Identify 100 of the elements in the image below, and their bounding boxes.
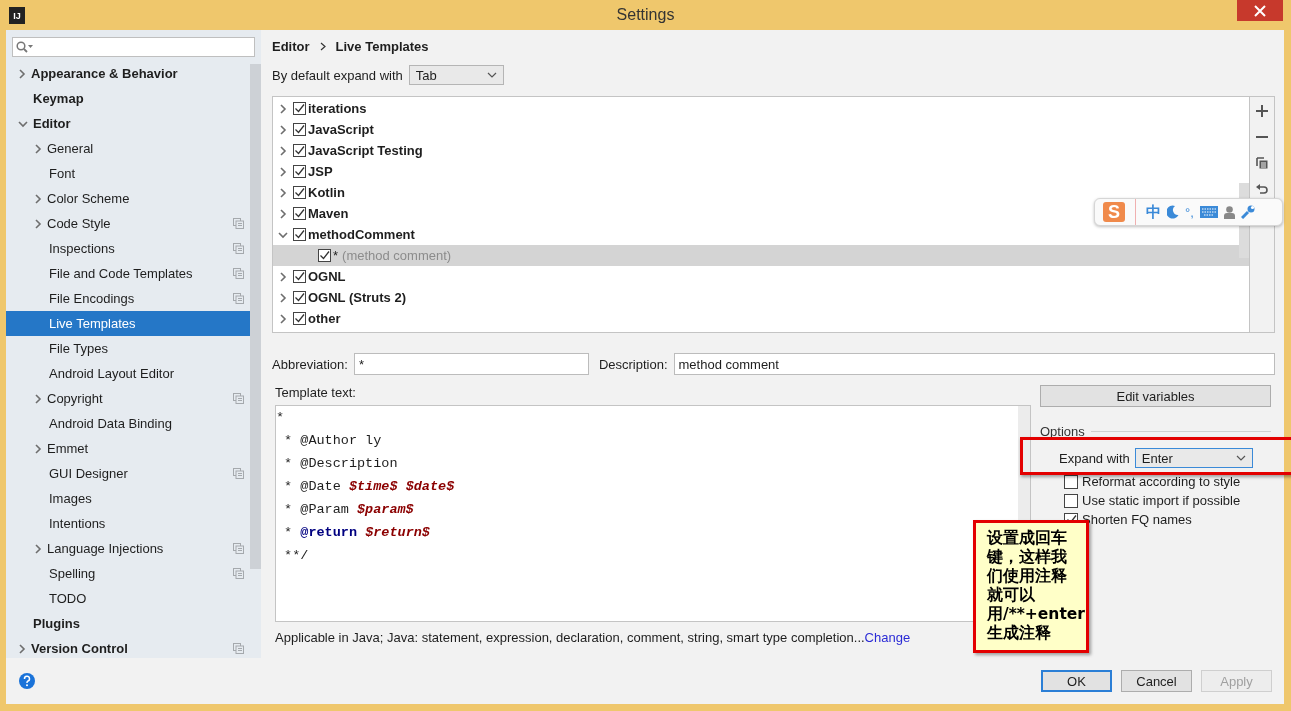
- checkbox[interactable]: [293, 312, 306, 325]
- sidebar-item[interactable]: Version Control: [6, 636, 250, 661]
- abbreviation-label: Abbreviation:: [272, 356, 348, 372]
- sidebar-item[interactable]: Keymap: [6, 86, 250, 111]
- template-row[interactable]: * (method comment): [273, 245, 1249, 266]
- checkbox[interactable]: [293, 165, 306, 178]
- sidebar-item[interactable]: Editor: [6, 111, 250, 136]
- group-name: JavaScript: [308, 122, 374, 137]
- code-line: *: [276, 409, 285, 427]
- template-description: (method comment): [342, 248, 452, 263]
- breadcrumb-item[interactable]: Editor: [272, 38, 310, 54]
- checkbox[interactable]: [293, 123, 306, 136]
- wrench-icon[interactable]: [1240, 205, 1255, 219]
- template-group-row[interactable]: Kotlin: [273, 182, 1249, 203]
- breadcrumb-item[interactable]: Live Templates: [335, 38, 429, 54]
- sidebar-item[interactable]: Language Injections: [6, 536, 250, 561]
- moon-icon[interactable]: [1167, 205, 1179, 219]
- checkbox[interactable]: [318, 249, 331, 262]
- dialog-button[interactable]: Cancel: [1121, 670, 1192, 692]
- code-line: **/: [283, 547, 309, 565]
- description-field[interactable]: method comment: [673, 353, 1275, 375]
- chevron-right-icon[interactable]: [34, 218, 42, 229]
- search-icon: [16, 41, 34, 53]
- chevron-right-icon[interactable]: [278, 166, 288, 177]
- user-icon[interactable]: [1223, 205, 1235, 219]
- chevron-down-icon[interactable]: [278, 230, 288, 239]
- close-button[interactable]: [1237, 0, 1283, 21]
- group-name: JSP: [308, 164, 333, 179]
- sidebar-item[interactable]: Inspections: [6, 236, 250, 261]
- sidebar-item[interactable]: Copyright: [6, 386, 250, 411]
- chevron-right-icon[interactable]: [34, 443, 42, 454]
- description-label: Description:: [598, 356, 668, 372]
- group-name: OGNL (Struts 2): [308, 290, 406, 305]
- chevron-right-icon[interactable]: [18, 643, 26, 654]
- dialog-button[interactable]: OK: [1041, 670, 1112, 692]
- sidebar-item[interactable]: Spelling: [6, 561, 250, 586]
- checkbox[interactable]: [293, 270, 306, 283]
- template-group-row[interactable]: other: [273, 308, 1249, 329]
- chevron-right-icon[interactable]: [278, 313, 288, 324]
- expand-dropdown[interactable]: Tab: [408, 65, 504, 85]
- chevron-right-icon[interactable]: [278, 103, 288, 114]
- template-group-row[interactable]: iterations: [273, 98, 1249, 119]
- punctuation-toggle[interactable]: °,: [1185, 204, 1194, 220]
- chevron-right-icon[interactable]: [278, 124, 288, 135]
- template-group-row[interactable]: JSP: [273, 161, 1249, 182]
- sidebar-item[interactable]: Android Data Binding: [6, 411, 250, 436]
- sidebar-item[interactable]: Code Style: [6, 211, 250, 236]
- chevron-right-icon[interactable]: [278, 292, 288, 303]
- sidebar-item[interactable]: Plugins: [6, 611, 250, 636]
- chevron-right-icon[interactable]: [278, 187, 288, 198]
- template-group-row[interactable]: OGNL (Struts 2): [273, 287, 1249, 308]
- sidebar-item[interactable]: General: [6, 136, 250, 161]
- help-icon[interactable]: [19, 673, 35, 689]
- code-line: * @Date $time$ $date$: [283, 478, 455, 496]
- edit-variables-button[interactable]: Edit variables: [1040, 385, 1271, 407]
- add-icon[interactable]: [1256, 105, 1268, 117]
- chevron-right-icon[interactable]: [278, 145, 288, 156]
- code-line: * @Description: [283, 455, 398, 473]
- chevron-right-icon[interactable]: [34, 393, 42, 404]
- chevron-right-icon[interactable]: [34, 143, 42, 154]
- expand-with-dropdown[interactable]: Enter: [1134, 448, 1253, 468]
- abbreviation-field[interactable]: *: [353, 353, 589, 375]
- sidebar-item[interactable]: Appearance & Behavior: [6, 61, 250, 86]
- sidebar-item[interactable]: Emmet: [6, 436, 250, 461]
- group-name: OGNL: [308, 269, 346, 284]
- sidebar-item[interactable]: File and Code Templates: [6, 261, 250, 286]
- template-group-row[interactable]: OGNL: [273, 266, 1249, 287]
- sidebar-item[interactable]: Images: [6, 486, 250, 511]
- chevron-right-icon[interactable]: [278, 208, 288, 219]
- search-field[interactable]: [12, 37, 255, 57]
- keyboard-icon[interactable]: [1199, 206, 1218, 218]
- sidebar-item[interactable]: Android Layout Editor: [6, 361, 250, 386]
- chevron-down-icon[interactable]: [18, 119, 28, 128]
- undo-icon[interactable]: [1256, 183, 1268, 195]
- template-group-row[interactable]: JavaScript Testing: [273, 140, 1249, 161]
- sidebar-item[interactable]: Font: [6, 161, 250, 186]
- close-icon: [1254, 4, 1266, 17]
- chevron-right-icon[interactable]: [34, 543, 42, 554]
- sidebar-item[interactable]: Color Scheme: [6, 186, 250, 211]
- checkbox[interactable]: [1064, 493, 1078, 508]
- template-group-row[interactable]: JavaScript: [273, 119, 1249, 140]
- sidebar-item[interactable]: File Encodings: [6, 286, 250, 311]
- checkbox[interactable]: [293, 144, 306, 157]
- checkbox[interactable]: [293, 102, 306, 115]
- sidebar-item[interactable]: GUI Designer: [6, 461, 250, 486]
- change-link[interactable]: Change: [864, 630, 911, 645]
- copy-icon[interactable]: [1256, 157, 1268, 169]
- group-name: other: [308, 311, 341, 326]
- sidebar-item[interactable]: File Types: [6, 336, 250, 361]
- chevron-right-icon[interactable]: [18, 68, 26, 79]
- chevron-right-icon[interactable]: [278, 271, 288, 282]
- scrollbar-thumb[interactable]: [250, 64, 261, 569]
- sidebar-item[interactable]: Intentions: [6, 511, 250, 536]
- sidebar-item[interactable]: TODO: [6, 586, 250, 611]
- checkbox[interactable]: [293, 207, 306, 220]
- checkbox[interactable]: [293, 186, 306, 199]
- sidebar-item[interactable]: Live Templates: [6, 311, 250, 336]
- checkbox[interactable]: [293, 291, 306, 304]
- checkbox[interactable]: [293, 228, 306, 241]
- chevron-right-icon[interactable]: [34, 193, 42, 204]
